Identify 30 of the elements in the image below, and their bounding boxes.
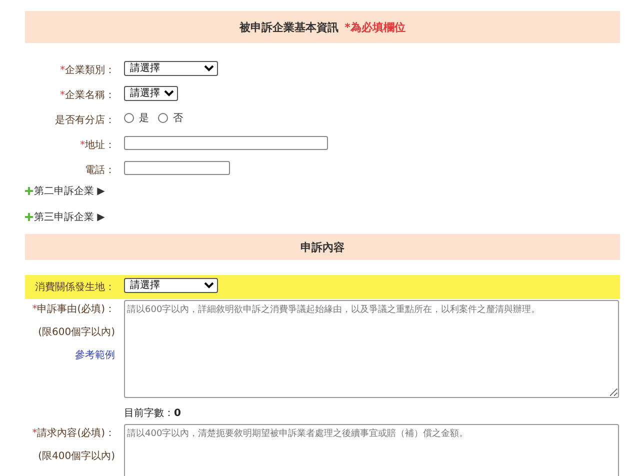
radio-label: 否 <box>173 112 183 125</box>
field-label: *企業名稱： <box>60 88 115 102</box>
example-link[interactable]: 參考範例 <box>75 348 115 362</box>
expand-toggle[interactable]: 第三申訴企業 ▶ <box>25 210 105 224</box>
limit-note: (限400個字以內) <box>38 450 115 463</box>
section-title: 被申訴企業基本資訊 <box>240 20 339 34</box>
field-label: *請求內容(必填)： <box>32 426 115 440</box>
plus-icon <box>25 213 33 221</box>
text-area[interactable]: 請以400字以內，清楚扼要敘明期望被申訴業者處理之後續事宜或賠（補）償之金額。 <box>124 424 619 476</box>
limit-note: (限600個字以內) <box>38 326 115 339</box>
text-field[interactable] <box>124 161 230 175</box>
char-count: 目前字數：0 <box>124 406 181 420</box>
radio-button[interactable] <box>124 113 134 123</box>
select-field[interactable]: 請選擇 <box>124 86 178 101</box>
field-label: *企業類別： <box>60 64 115 77</box>
expand-toggle[interactable]: 第二申訴企業 ▶ <box>25 184 105 198</box>
text-field[interactable] <box>124 136 328 150</box>
radio-button[interactable] <box>158 113 168 123</box>
plus-icon <box>25 187 33 195</box>
select-field[interactable]: 請選擇 <box>124 278 218 293</box>
field-label: 是否有分店： <box>55 114 115 127</box>
select-field[interactable]: 請選擇 <box>124 61 218 76</box>
field-label: *申訴事由(必填)： <box>32 302 115 316</box>
radio-label: 是 <box>139 112 149 125</box>
section-title: 申訴內容 <box>300 240 344 254</box>
field-label: 電話： <box>85 164 115 177</box>
text-area[interactable]: 請以600字以內，詳細敘明欲申訴之消費爭議起始緣由，以及爭議之重點所在，以利案件之釐清與辦理。 <box>124 300 619 398</box>
field-label: *地址： <box>80 138 115 152</box>
field-label: 消費關係發生地： <box>35 280 115 294</box>
required-note: *為必填欄位 <box>344 20 406 34</box>
